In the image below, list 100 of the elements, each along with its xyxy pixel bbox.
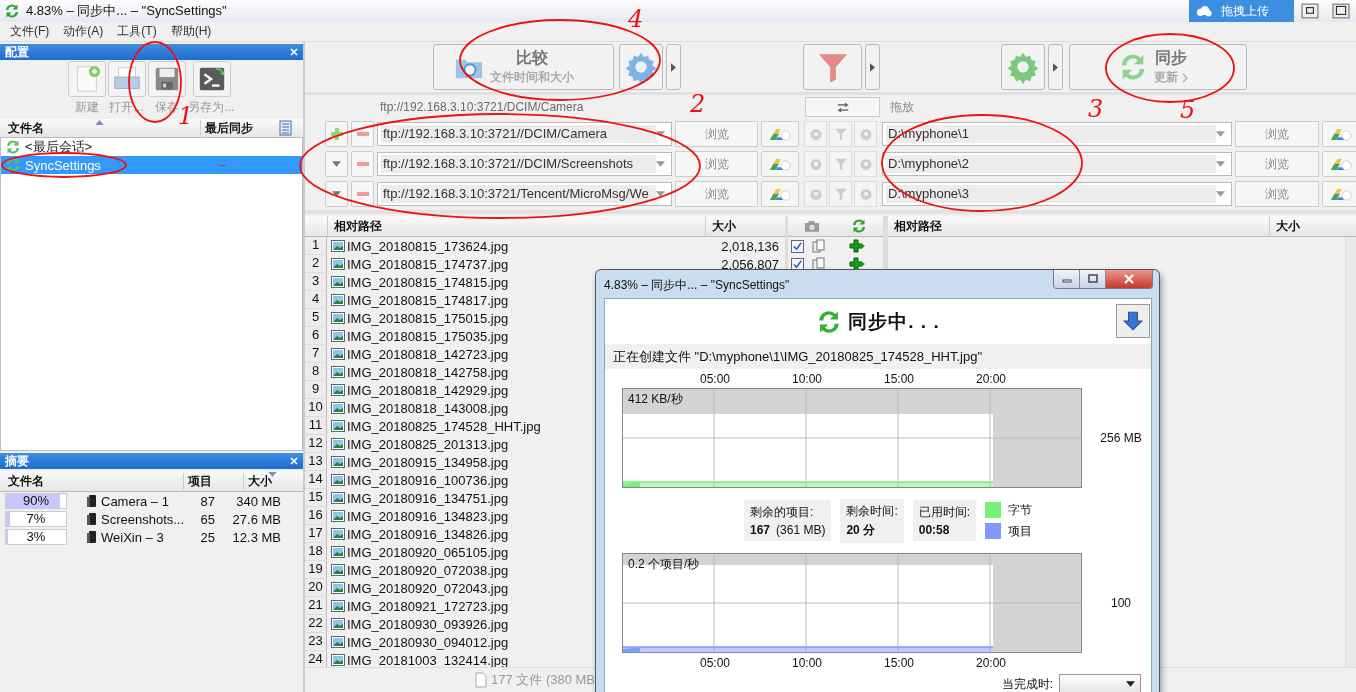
column-header[interactable]: 文件名 bbox=[0, 119, 90, 137]
swap-button[interactable] bbox=[805, 97, 880, 117]
row-number: 2 bbox=[305, 255, 327, 273]
copy-icon bbox=[812, 239, 826, 253]
cloud-button[interactable] bbox=[1322, 151, 1356, 177]
triangle-right-icon bbox=[671, 62, 676, 72]
expand-button[interactable] bbox=[865, 44, 880, 90]
folder-path-field[interactable]: ftp://192.168.3.10:3721//DCIM/Screenshots bbox=[377, 152, 672, 176]
drive-cloud-icon bbox=[1329, 126, 1353, 142]
save-as-button[interactable] bbox=[192, 61, 231, 97]
settings-button[interactable] bbox=[619, 44, 663, 90]
file-name: IMG_20180916_134826.jpg bbox=[347, 526, 509, 542]
image-file-icon bbox=[331, 240, 345, 252]
finish-action-dropdown[interactable] bbox=[1059, 674, 1141, 692]
folder-path-field[interactable]: D:\myphone\2 bbox=[882, 152, 1232, 176]
drive-cloud-icon bbox=[1329, 156, 1353, 172]
file-name: IMG_20180818_142758.jpg bbox=[347, 364, 509, 380]
summary-size: 340 MB bbox=[235, 493, 281, 509]
arrow-down-icon bbox=[1122, 310, 1144, 332]
open-button[interactable] bbox=[107, 61, 146, 97]
row-number: 1 bbox=[305, 237, 327, 255]
close-button[interactable] bbox=[1106, 270, 1152, 288]
browse-button[interactable]: 浏览 bbox=[675, 181, 758, 207]
image-file-icon bbox=[331, 636, 345, 648]
cloud-button[interactable] bbox=[1322, 121, 1356, 147]
row-number: 4 bbox=[305, 291, 327, 309]
row-number: 10 bbox=[305, 399, 327, 417]
remove-button[interactable] bbox=[351, 151, 374, 177]
image-file-icon bbox=[331, 276, 345, 288]
image-file-icon bbox=[331, 384, 345, 396]
row-number: 21 bbox=[305, 597, 327, 615]
dropdown-button[interactable] bbox=[325, 181, 348, 207]
maximize-button[interactable] bbox=[1331, 3, 1351, 19]
column-header[interactable]: 大小 bbox=[1269, 216, 1356, 236]
stat-detail: (361 MB) bbox=[776, 523, 826, 537]
browse-button[interactable]: 浏览 bbox=[675, 121, 758, 147]
column-header[interactable]: 大小 bbox=[705, 216, 785, 236]
dropdown-button[interactable] bbox=[325, 151, 348, 177]
expand-button[interactable] bbox=[666, 44, 681, 90]
save-button[interactable] bbox=[147, 61, 186, 97]
triangle-right-icon bbox=[1053, 62, 1058, 72]
browse-button[interactable]: 浏览 bbox=[1235, 121, 1319, 147]
menu-item[interactable]: 文件(F) bbox=[10, 23, 50, 40]
checkbox[interactable] bbox=[791, 239, 804, 253]
settings-icon bbox=[858, 157, 873, 171]
caret-down-icon bbox=[1216, 161, 1225, 167]
status-text: 177 文件 (380 MB bbox=[491, 671, 596, 689]
minimize-button[interactable] bbox=[1054, 270, 1080, 288]
close-icon[interactable] bbox=[289, 456, 299, 466]
plus-icon bbox=[329, 127, 344, 141]
browse-button[interactable]: 浏览 bbox=[1235, 151, 1319, 177]
file-name: IMG_20180921_172723.jpg bbox=[347, 598, 509, 614]
cloud-button[interactable] bbox=[761, 181, 799, 207]
column-header[interactable]: 项目 bbox=[183, 472, 243, 490]
cloud-button[interactable] bbox=[761, 121, 799, 147]
compare-button[interactable]: 比较 文件时间和大小 bbox=[433, 44, 614, 90]
restore-button[interactable] bbox=[1300, 3, 1320, 19]
panel-title: 摘要 bbox=[5, 452, 29, 470]
sync-button[interactable]: 同步 更新 bbox=[1069, 44, 1247, 90]
folder-path-field[interactable]: ftp://192.168.3.10:3721//DCIM/Camera bbox=[377, 122, 672, 146]
summary-count: 25 bbox=[199, 529, 215, 545]
expand-button[interactable] bbox=[1048, 44, 1063, 90]
menu-item[interactable]: 工具(T) bbox=[117, 23, 157, 40]
row-number: 23 bbox=[305, 633, 327, 651]
add-button[interactable] bbox=[325, 121, 348, 147]
cloud-button[interactable] bbox=[761, 151, 799, 177]
column-header[interactable]: 最后同步 bbox=[200, 119, 267, 137]
column-header[interactable]: 文件名 bbox=[0, 472, 183, 490]
list-icon[interactable] bbox=[277, 120, 293, 136]
browse-button[interactable]: 浏览 bbox=[1235, 181, 1319, 207]
sync-icon bbox=[5, 157, 21, 173]
remove-button[interactable] bbox=[351, 121, 374, 147]
minimize-to-tray-button[interactable] bbox=[1116, 304, 1150, 338]
menu-item[interactable]: 动作(A) bbox=[63, 23, 104, 40]
image-file-icon bbox=[331, 600, 345, 612]
close-icon bbox=[1123, 274, 1135, 284]
legend-label: 字节 bbox=[1008, 501, 1033, 519]
remove-button[interactable] bbox=[351, 181, 374, 207]
plus-arrow-icon bbox=[848, 239, 866, 253]
folder-path-field[interactable]: ftp://192.168.3.10:3721/Tencent/MicroMsg/We bbox=[377, 182, 672, 206]
drive-cloud-icon bbox=[768, 186, 792, 202]
file-size: 2,056,807 bbox=[720, 256, 779, 272]
config-item[interactable]: <最后会话> bbox=[1, 138, 302, 156]
menu-item[interactable]: 帮助(H) bbox=[170, 23, 212, 40]
column-header[interactable]: 相对路径 bbox=[328, 217, 705, 235]
document-icon bbox=[475, 672, 487, 688]
legend-label: 项目 bbox=[1008, 522, 1033, 540]
close-icon[interactable] bbox=[289, 47, 299, 57]
drop-hint: 拖放 bbox=[890, 98, 914, 116]
drive-cloud-icon bbox=[768, 156, 792, 172]
cloud-button[interactable] bbox=[1322, 181, 1356, 207]
column-header[interactable]: 相对路径 bbox=[888, 217, 1269, 235]
new-button[interactable] bbox=[67, 61, 106, 97]
filter-icon bbox=[833, 187, 848, 201]
finish-label: 当完成时: bbox=[1001, 675, 1053, 692]
stat-value: 00:58 bbox=[918, 523, 950, 537]
browse-button[interactable]: 浏览 bbox=[675, 151, 758, 177]
row-number: 13 bbox=[305, 453, 327, 471]
image-file-icon bbox=[331, 564, 345, 576]
scrollbar[interactable] bbox=[1345, 237, 1356, 667]
